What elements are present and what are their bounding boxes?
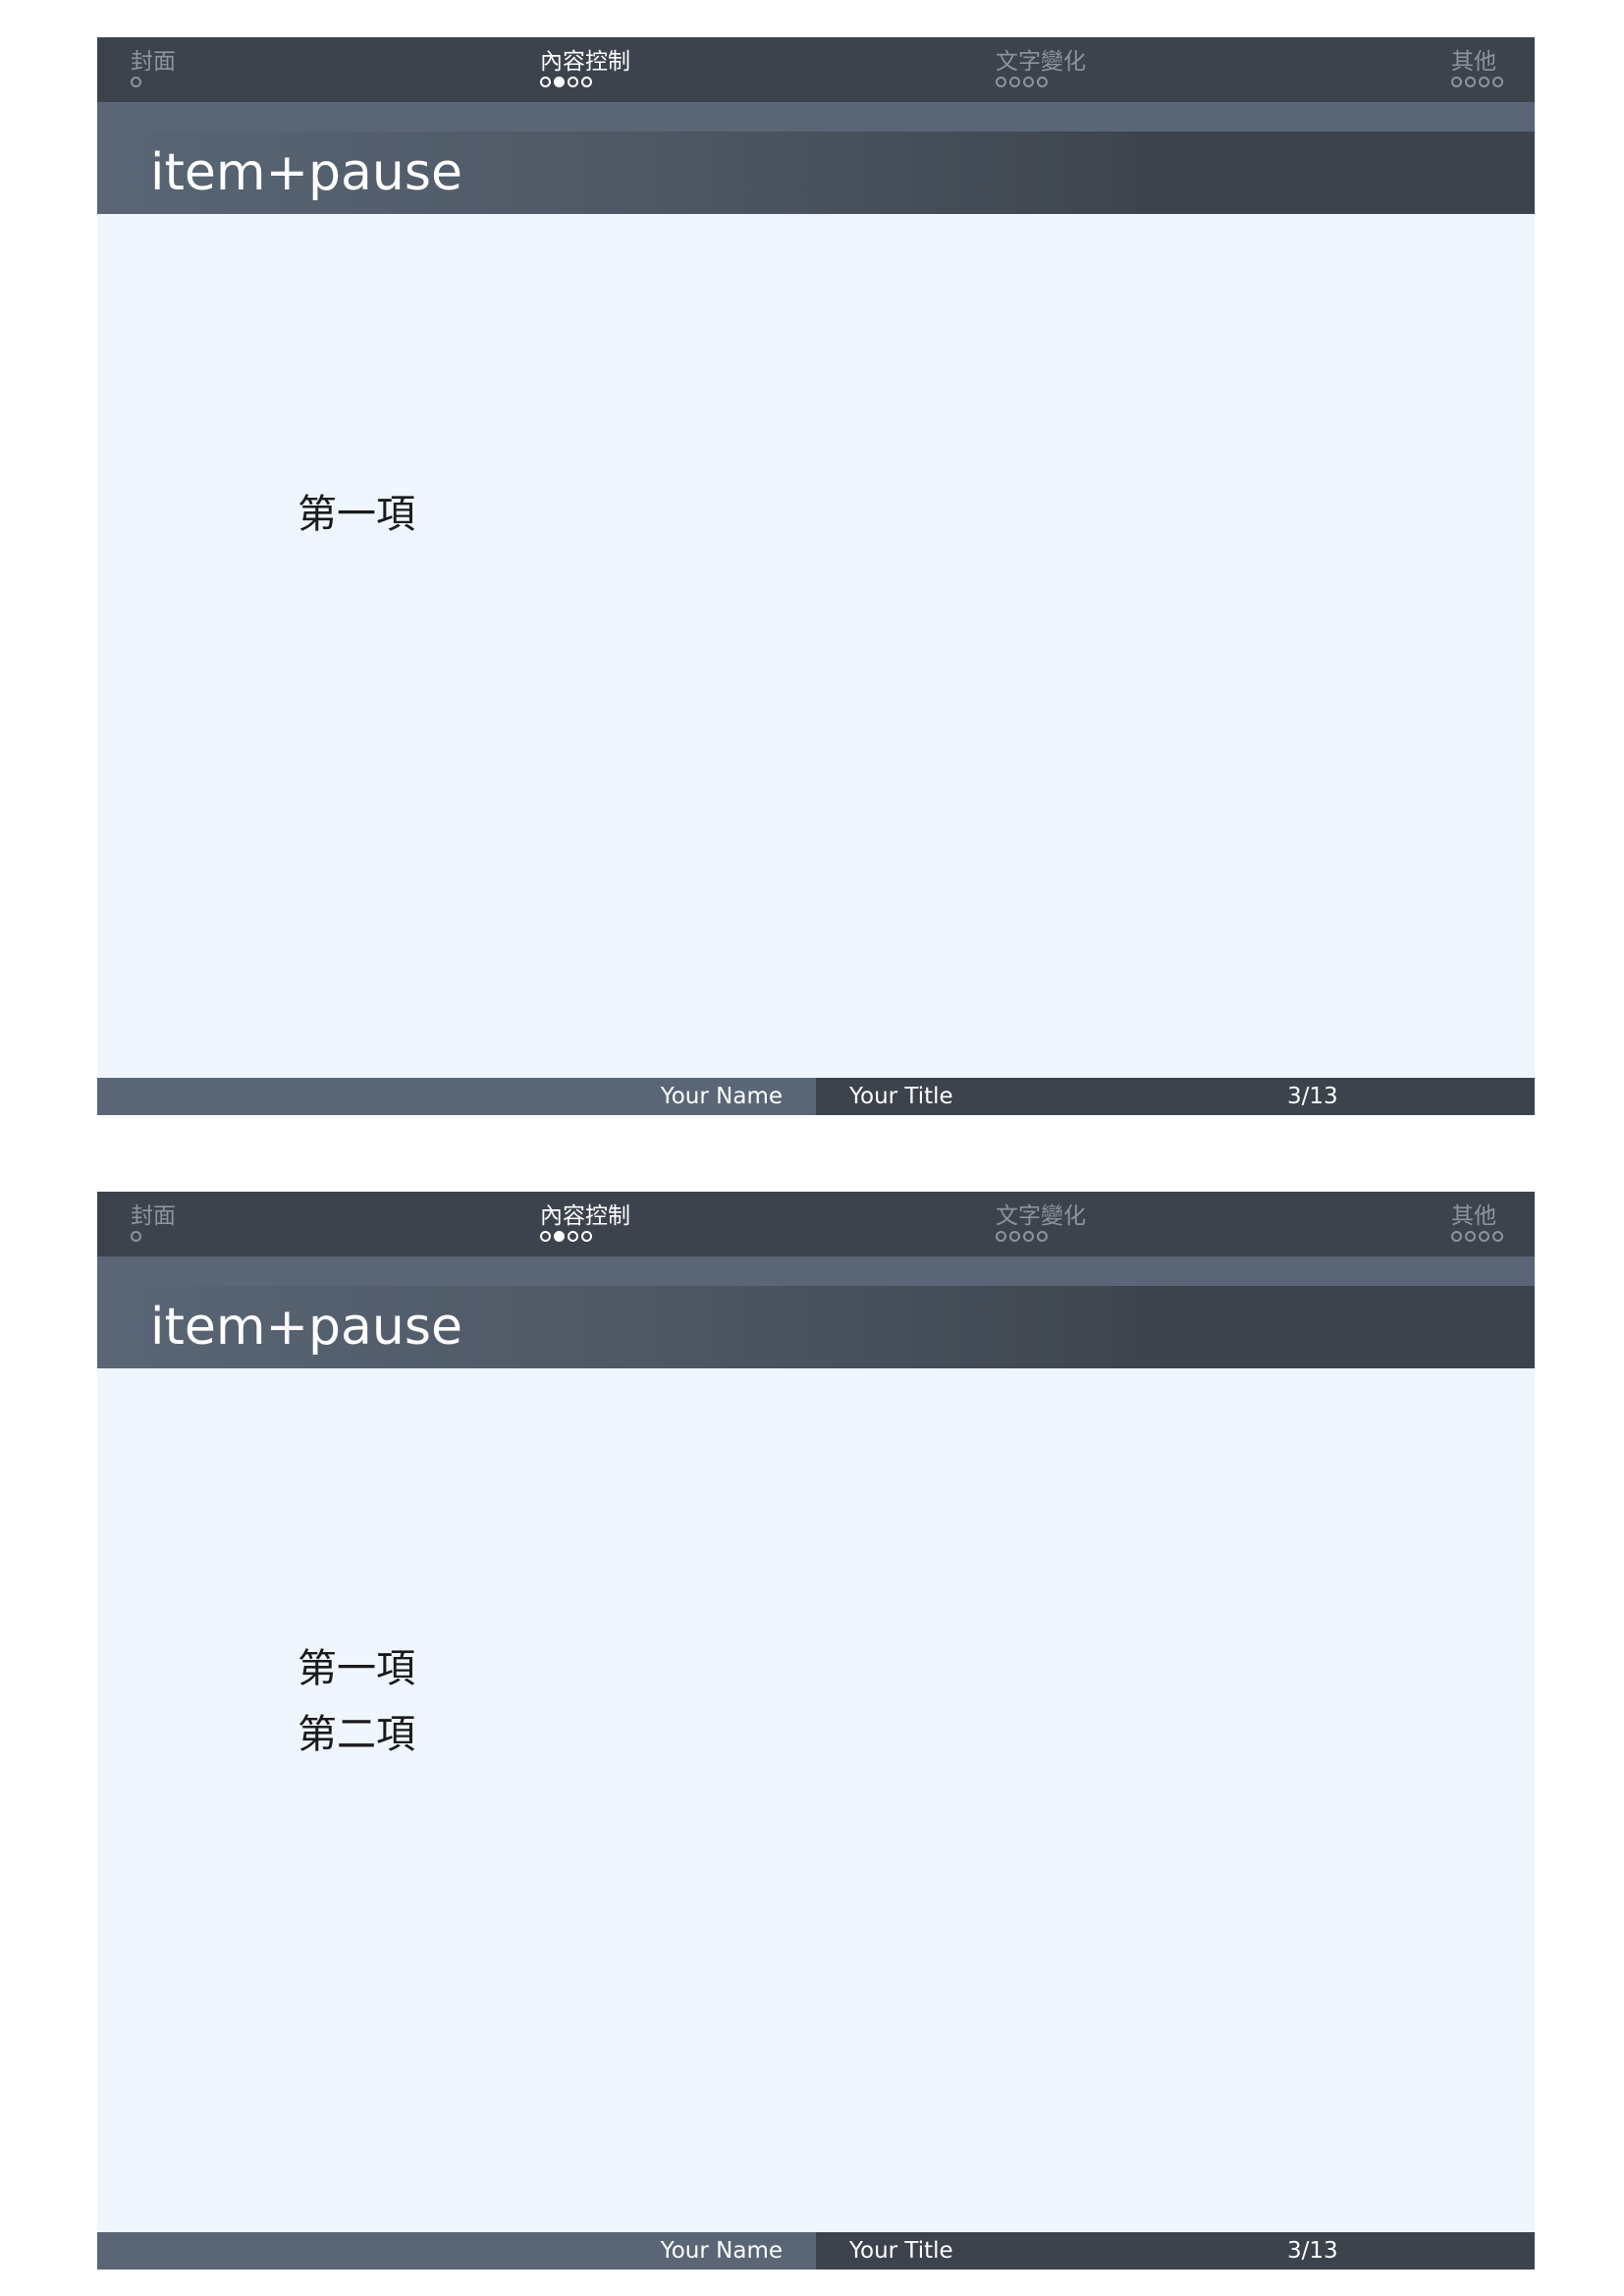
footer-title: Your Title <box>849 2238 953 2264</box>
nav-dot-icon[interactable] <box>1492 1231 1503 1242</box>
slide-2: 封面 內容控制 文字變化 其他 item+pause 第一項 第二項 Your … <box>97 1192 1535 2269</box>
subsection-bar <box>97 1256 1535 1286</box>
navigation-bar: 封面 內容控制 文字變化 其他 <box>97 37 1535 102</box>
footer-title: Your Title <box>849 1084 953 1109</box>
nav-dot-icon[interactable] <box>1037 77 1048 87</box>
footer-page-number: 3/13 <box>1287 1084 1338 1109</box>
nav-dots <box>996 1231 1086 1242</box>
footer-author-box: Your Name <box>97 2232 816 2269</box>
nav-dot-icon[interactable] <box>1023 77 1034 87</box>
nav-section-cover[interactable]: 封面 <box>131 49 176 87</box>
nav-dot-current-icon[interactable] <box>554 1231 565 1242</box>
nav-dot-icon[interactable] <box>1465 1231 1476 1242</box>
nav-section-content-control[interactable]: 內容控制 <box>540 49 630 87</box>
list-item: 第二項 <box>298 1712 415 1757</box>
nav-section-label: 內容控制 <box>540 49 630 75</box>
nav-section-other[interactable]: 其他 <box>1451 1203 1503 1242</box>
list-item: 第一項 <box>298 1646 415 1691</box>
nav-dot-icon[interactable] <box>540 1231 551 1242</box>
nav-section-text-variation[interactable]: 文字變化 <box>996 49 1086 87</box>
frame-title-bar: item+pause <box>97 132 1535 214</box>
nav-section-label: 封面 <box>131 1203 176 1229</box>
list-item: 第一項 <box>298 492 415 537</box>
subsection-bar <box>97 102 1535 132</box>
footer-page-number: 3/13 <box>1287 2238 1338 2264</box>
footer-title-box: Your Title 3/13 <box>816 1078 1535 1115</box>
nav-dot-icon[interactable] <box>996 1231 1006 1242</box>
nav-dots <box>540 1231 630 1242</box>
footer-author-box: Your Name <box>97 1078 816 1115</box>
nav-section-label: 文字變化 <box>996 49 1086 75</box>
nav-section-label: 其他 <box>1451 49 1496 75</box>
nav-dot-icon[interactable] <box>1009 77 1020 87</box>
nav-dots <box>1451 77 1503 87</box>
frame-title-bar: item+pause <box>97 1286 1535 1368</box>
frame-title: item+pause <box>150 143 462 202</box>
nav-dots <box>1451 1231 1503 1242</box>
nav-section-label: 文字變化 <box>996 1203 1086 1229</box>
nav-dots <box>540 77 630 87</box>
nav-section-label: 其他 <box>1451 1203 1496 1229</box>
nav-dot-icon[interactable] <box>1479 77 1489 87</box>
nav-dot-icon[interactable] <box>1037 1231 1048 1242</box>
nav-dot-icon[interactable] <box>568 77 578 87</box>
footer-author: Your Name <box>660 2238 783 2264</box>
nav-section-label: 封面 <box>131 49 176 75</box>
footer-author: Your Name <box>660 1084 783 1109</box>
nav-dot-current-icon[interactable] <box>554 77 565 87</box>
nav-dot-icon[interactable] <box>131 1231 141 1242</box>
footer: Your Name Your Title 3/13 <box>97 1078 1535 1115</box>
frame-title: item+pause <box>150 1298 462 1357</box>
nav-section-text-variation[interactable]: 文字變化 <box>996 1203 1086 1242</box>
nav-dot-icon[interactable] <box>996 77 1006 87</box>
nav-dot-icon[interactable] <box>1451 77 1462 87</box>
navigation-bar: 封面 內容控制 文字變化 其他 <box>97 1192 1535 1256</box>
nav-dot-icon[interactable] <box>581 1231 592 1242</box>
nav-section-cover[interactable]: 封面 <box>131 1203 176 1242</box>
footer: Your Name Your Title 3/13 <box>97 2232 1535 2269</box>
nav-dots <box>131 77 176 87</box>
nav-dot-icon[interactable] <box>581 77 592 87</box>
nav-dots <box>996 77 1086 87</box>
footer-title-box: Your Title 3/13 <box>816 2232 1535 2269</box>
nav-dot-icon[interactable] <box>1023 1231 1034 1242</box>
nav-dot-icon[interactable] <box>131 77 141 87</box>
nav-dot-icon[interactable] <box>568 1231 578 1242</box>
nav-dot-icon[interactable] <box>540 77 551 87</box>
nav-dot-icon[interactable] <box>1479 1231 1489 1242</box>
nav-dot-icon[interactable] <box>1009 1231 1020 1242</box>
nav-dots <box>131 1231 176 1242</box>
nav-section-content-control[interactable]: 內容控制 <box>540 1203 630 1242</box>
nav-section-label: 內容控制 <box>540 1203 630 1229</box>
slide-1: 封面 內容控制 文字變化 其他 item+pause 第一項 Your Name… <box>97 37 1535 1115</box>
nav-dot-icon[interactable] <box>1451 1231 1462 1242</box>
nav-dot-icon[interactable] <box>1465 77 1476 87</box>
nav-dot-icon[interactable] <box>1492 77 1503 87</box>
nav-section-other[interactable]: 其他 <box>1451 49 1503 87</box>
